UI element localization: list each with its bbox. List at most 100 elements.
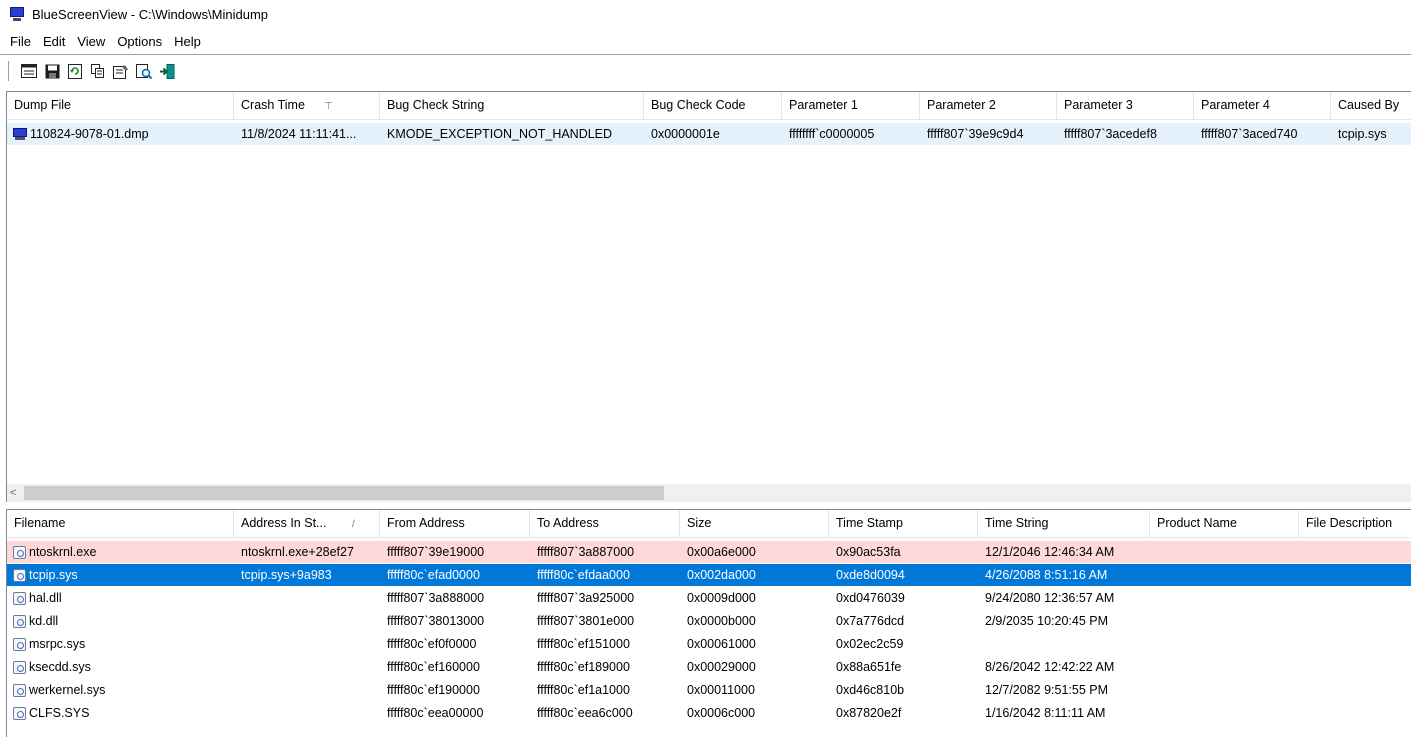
refresh-button[interactable] [66, 62, 84, 80]
table-row[interactable]: CLFS.SYS fffff80c`eea00000 fffff80c`eea6c0… [7, 702, 1411, 724]
table-row[interactable]: kd.dll fffff807`38013000 fffff807`3801e000… [7, 610, 1411, 632]
col-time-stamp[interactable]: Time Stamp [829, 510, 978, 537]
time-stamp-cell: 0x02ec2c59 [836, 637, 904, 651]
col-file-description[interactable]: File Description [1299, 510, 1411, 537]
table-row[interactable]: msrpc.sys fffff80c`ef0f0000 fffff80c`ef151… [7, 633, 1411, 655]
col-address-in-stack[interactable]: Address In St... / [234, 510, 380, 537]
copy-button[interactable] [89, 62, 107, 80]
col-parameter-4[interactable]: Parameter 4 [1194, 92, 1331, 119]
size-cell: 0x0006c000 [687, 706, 756, 720]
copy-icon [91, 64, 104, 78]
size-cell: 0x0000b000 [687, 614, 756, 628]
exit-button[interactable] [158, 62, 176, 80]
col-address-in-stack-label: Address In St... [241, 516, 327, 530]
col-crash-time[interactable]: Crash Time ⊤ [234, 92, 380, 119]
scroll-left-icon[interactable]: < [10, 484, 16, 502]
table-row[interactable]: hal.dll fffff807`3a888000 fffff807`3a92500… [7, 587, 1411, 609]
parameter-1-cell: ffffffff`c0000005 [789, 127, 875, 141]
product-name-cell [1150, 633, 1299, 655]
module-file-icon [13, 637, 26, 651]
module-file-icon [13, 683, 26, 697]
address-in-stack-cell [234, 587, 380, 609]
table-row[interactable]: tcpip.sys tcpip.sys+9a983 fffff80c`efad000… [7, 564, 1411, 586]
dump-list[interactable]: Dump File Crash Time ⊤ Bug Check String … [6, 91, 1411, 485]
to-address-cell: fffff80c`efdaa000 [537, 568, 630, 582]
col-time-string[interactable]: Time String [978, 510, 1150, 537]
to-address-cell: fffff807`3a887000 [537, 545, 635, 559]
menu-help[interactable]: Help [168, 34, 207, 49]
col-product-name[interactable]: Product Name [1150, 510, 1299, 537]
module-file-icon [13, 706, 26, 720]
filename-cell: msrpc.sys [7, 633, 234, 655]
dump-file-icon [13, 128, 27, 140]
col-parameter-1[interactable]: Parameter 1 [782, 92, 920, 119]
window-title: BlueScreenView - C:\Windows\Minidump [32, 6, 269, 22]
to-address-cell: fffff80c`ef151000 [537, 637, 630, 651]
exit-icon [160, 63, 175, 79]
col-dump-file[interactable]: Dump File [7, 92, 234, 119]
time-stamp-cell: 0xd0476039 [836, 591, 905, 605]
table-row[interactable]: ntoskrnl.exe ntoskrnl.exe+28ef27 fffff807`… [7, 541, 1411, 563]
size-cell: 0x002da000 [687, 568, 756, 582]
title-bar: BlueScreenView - C:\Windows\Minidump [0, 0, 1411, 28]
filename-cell: kd.dll [7, 610, 234, 632]
col-bug-check-string[interactable]: Bug Check String [380, 92, 644, 119]
html-report-button[interactable] [20, 62, 38, 80]
file-description-cell [1299, 702, 1411, 724]
find-button[interactable] [135, 62, 153, 80]
to-address-cell: fffff807`3801e000 [537, 614, 635, 628]
dump-file-cell: 110824-9078-01.dmp [7, 123, 234, 145]
menu-file[interactable]: File [4, 34, 37, 49]
address-in-stack-cell: ntoskrnl.exe+28ef27 [241, 545, 354, 559]
time-stamp-cell: 0xd46c810b [836, 683, 905, 697]
time-string-cell: 1/16/2042 8:11:11 AM [985, 706, 1106, 720]
module-list[interactable]: Filename Address In St... / From Address… [6, 509, 1411, 737]
col-to-address[interactable]: To Address [530, 510, 680, 537]
size-cell: 0x00029000 [687, 660, 756, 674]
horizontal-scrollbar[interactable]: < [6, 484, 1411, 502]
col-size[interactable]: Size [680, 510, 829, 537]
module-file-icon [13, 614, 26, 628]
to-address-cell: fffff80c`ef1a1000 [537, 683, 630, 697]
bluescreen-app-icon [10, 7, 24, 21]
col-parameter-2[interactable]: Parameter 2 [920, 92, 1057, 119]
dump-row[interactable]: 110824-9078-01.dmp 11/8/2024 11:11:41...… [7, 123, 1411, 145]
table-row[interactable]: werkernel.sys fffff80c`ef190000 fffff80c`e… [7, 679, 1411, 701]
module-filename: werkernel.sys [29, 683, 106, 697]
from-address-cell: fffff807`38013000 [387, 614, 485, 628]
menu-edit[interactable]: Edit [37, 34, 71, 49]
sort-asc-icon: / [352, 519, 355, 530]
module-filename: tcpip.sys [29, 568, 78, 582]
menu-view[interactable]: View [71, 34, 111, 49]
save-button[interactable] [43, 62, 61, 80]
filename-cell: ntoskrnl.exe [7, 541, 234, 563]
col-from-address[interactable]: From Address [380, 510, 530, 537]
time-string-cell: 8/26/2042 12:42:22 AM [985, 660, 1115, 674]
time-string-cell: 12/1/2046 12:46:34 AM [985, 545, 1115, 559]
module-filename: kd.dll [29, 614, 59, 628]
col-crash-time-label: Crash Time [241, 98, 305, 112]
dump-file-name: 110824-9078-01.dmp [30, 127, 149, 141]
table-row[interactable]: ksecdd.sys fffff80c`ef160000 fffff80c`ef18… [7, 656, 1411, 678]
module-file-icon [13, 591, 26, 605]
size-cell: 0x00011000 [687, 683, 755, 697]
bug-check-code-cell: 0x0000001e [651, 127, 720, 141]
col-caused-by[interactable]: Caused By [1331, 92, 1411, 119]
properties-button[interactable] [112, 62, 130, 80]
properties-icon [113, 64, 128, 79]
to-address-cell: fffff807`3a925000 [537, 591, 635, 605]
time-string-cell [978, 633, 1150, 655]
col-parameter-3[interactable]: Parameter 3 [1057, 92, 1194, 119]
to-address-cell: fffff80c`ef189000 [537, 660, 630, 674]
menu-options[interactable]: Options [111, 34, 168, 49]
address-in-stack-cell: tcpip.sys+9a983 [241, 568, 332, 582]
size-cell: 0x0009d000 [687, 591, 756, 605]
dump-list-header: Dump File Crash Time ⊤ Bug Check String … [7, 92, 1411, 120]
time-stamp-cell: 0x87820e2f [836, 706, 902, 720]
col-filename[interactable]: Filename [7, 510, 234, 537]
toolbar-grip[interactable] [8, 61, 12, 81]
scrollbar-thumb[interactable] [24, 486, 664, 500]
col-bug-check-code[interactable]: Bug Check Code [644, 92, 782, 119]
product-name-cell [1150, 702, 1299, 724]
time-string-cell: 9/24/2080 12:36:57 AM [985, 591, 1115, 605]
